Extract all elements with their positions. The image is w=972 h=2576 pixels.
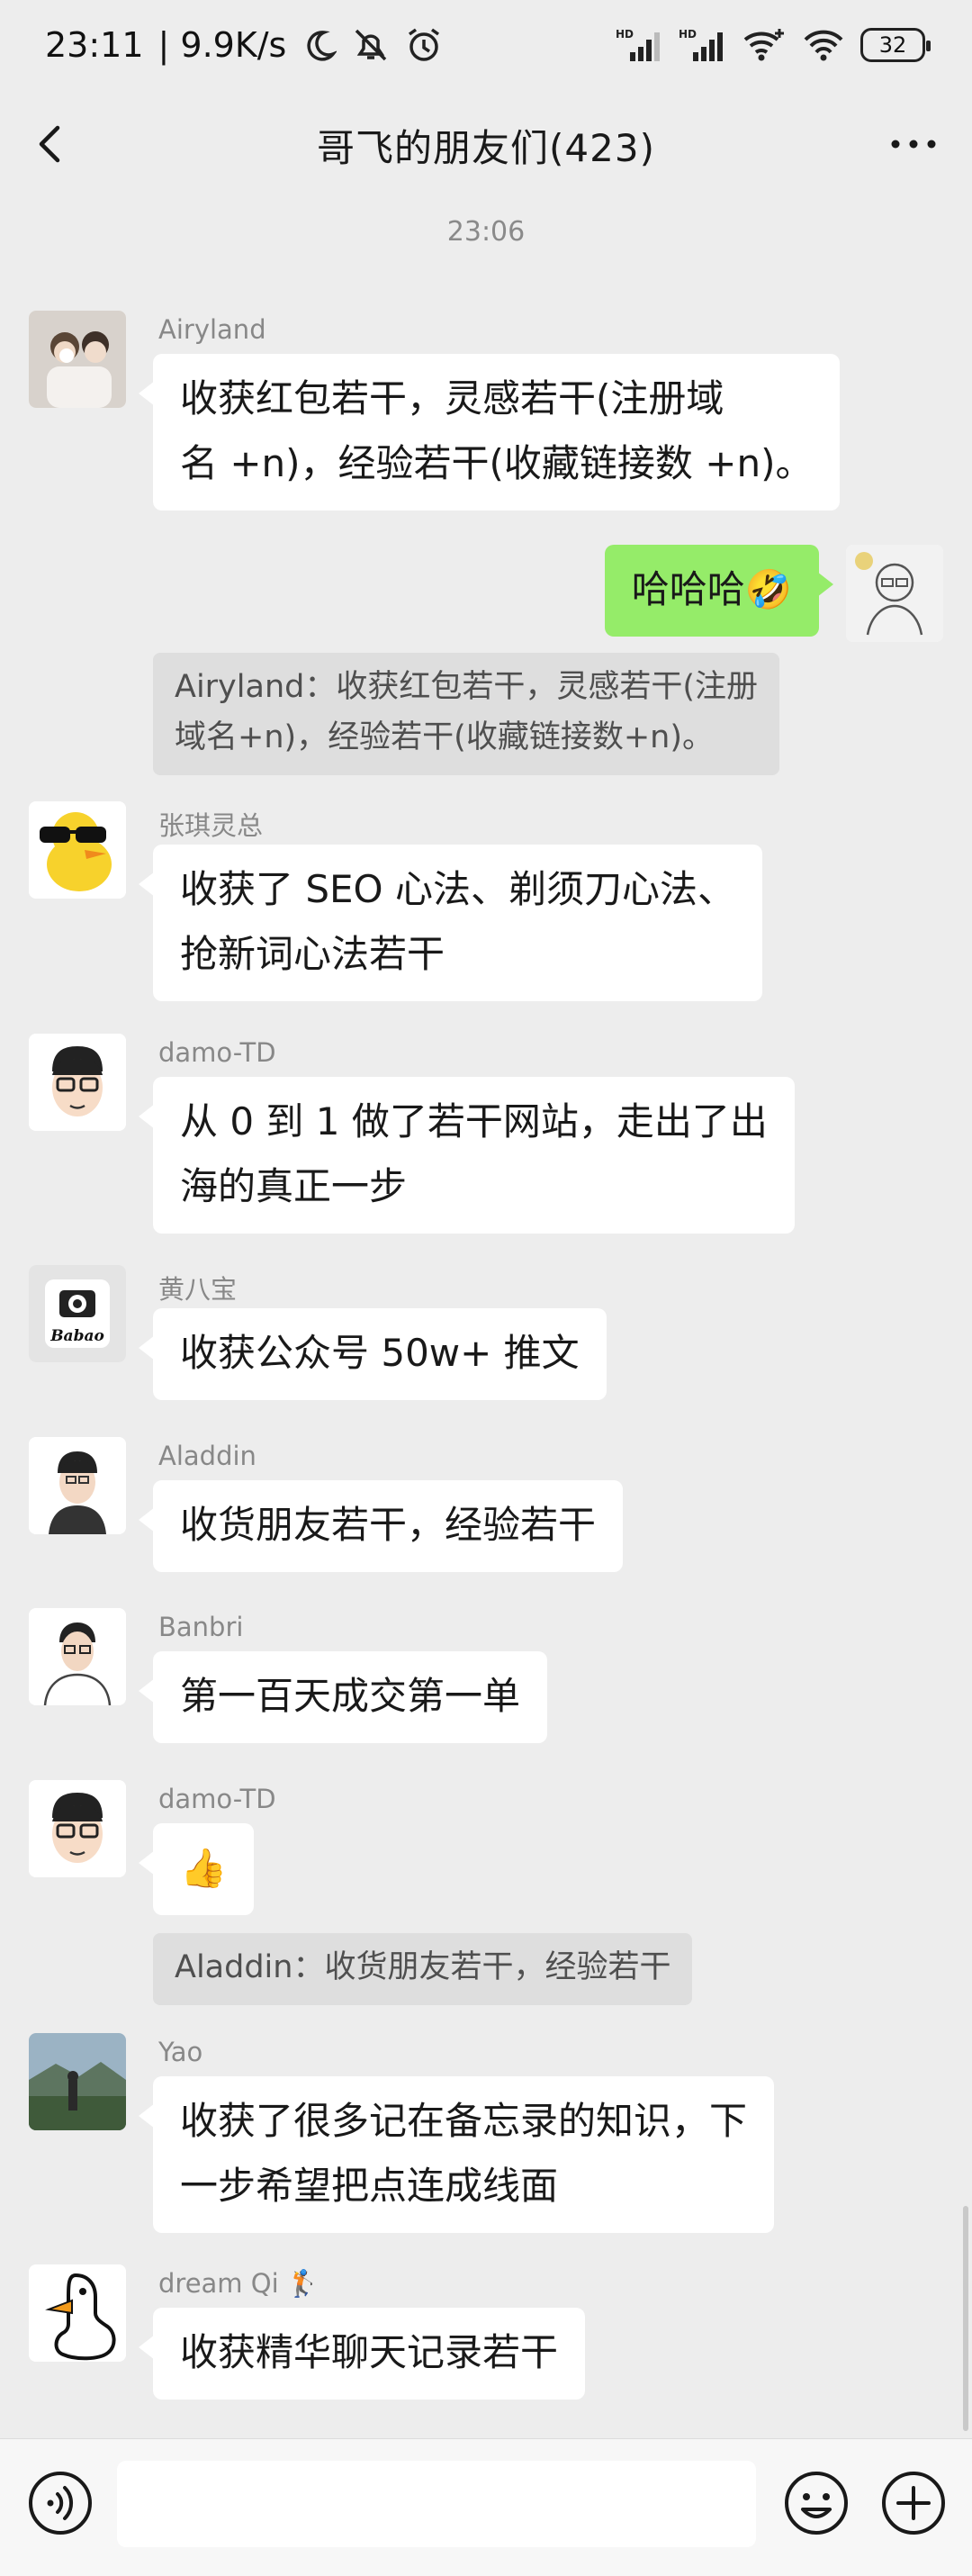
wifi-plus-icon <box>742 27 787 63</box>
message-bubble[interactable]: 第一百天成交第一单 <box>138 1651 548 1743</box>
status-bar: 23:11 | 9.9K/s HD HD 32 <box>0 0 972 90</box>
alarm-icon <box>405 26 443 64</box>
sender-name: damo-TD <box>158 1784 276 1814</box>
avatar[interactable] <box>29 801 126 899</box>
message-bubble[interactable]: 哈哈哈🤣 <box>604 545 834 637</box>
sender-name: damo-TD <box>158 1037 276 1068</box>
mute-icon <box>351 27 391 63</box>
svg-text:HD: HD <box>679 28 697 41</box>
more-dots-icon[interactable] <box>882 117 945 171</box>
sender-name: Aladdin <box>158 1441 256 1471</box>
message-bubble[interactable]: 收获精华聊天记录若干 <box>138 2308 586 2400</box>
scrollbar[interactable] <box>963 2206 968 2431</box>
wifi-icon <box>803 27 844 63</box>
plus-icon[interactable] <box>878 2468 949 2538</box>
avatar[interactable] <box>29 1780 126 1877</box>
sender-name: 黄八宝 <box>158 1274 238 1305</box>
voice-icon[interactable] <box>25 2468 95 2538</box>
quoted-message[interactable]: Airyland：收获红包若干，灵感若干(注册 域名+n)，经验若干(收藏链接数… <box>153 653 779 775</box>
sender-name: dream Qi 🏌 <box>158 2268 320 2299</box>
sender-name: Airyland <box>158 314 266 345</box>
quoted-message[interactable]: Aladdin：收货朋友若干，经验若干 <box>153 1933 693 2005</box>
avatar[interactable] <box>29 1437 126 1534</box>
message-bubble[interactable]: 收获公众号 50w+ 推文 <box>139 1308 607 1400</box>
battery-level: 32 <box>878 32 907 58</box>
avatar-self[interactable] <box>846 545 943 642</box>
avatar[interactable] <box>29 1608 126 1705</box>
message-bubble[interactable]: 收获红包若干，灵感若干(注册域 名 +n)，经验若干(收藏链接数 +n)。 <box>138 354 841 511</box>
sender-name: 张琪灵总 <box>158 810 264 841</box>
message-bubble[interactable]: 收货朋友若干，经验若干 <box>138 1480 624 1572</box>
signal-hd-icon: HD <box>616 27 662 63</box>
avatar[interactable]: Babao <box>29 1265 126 1362</box>
svg-text:Babao: Babao <box>50 1327 104 1345</box>
back-arrow-icon[interactable] <box>25 117 79 171</box>
message-bubble[interactable]: 收获了很多记在备忘录的知识，下 一步希望把点连成线面 <box>138 2076 775 2233</box>
message-bubble-emoji[interactable]: 👍 <box>138 1823 255 1915</box>
status-left: 23:11 | 9.9K/s <box>45 25 443 65</box>
chat-title: 哥飞的朋友们(423) <box>317 125 655 170</box>
chat-header: 哥飞的朋友们(423) <box>0 90 972 200</box>
sender-name: Banbri <box>158 1612 244 1642</box>
battery-icon: 32 <box>860 28 931 62</box>
signal-hd-icon: HD <box>679 27 725 63</box>
time-separator: 23:06 <box>446 216 526 248</box>
status-time: 23:11 <box>45 25 144 65</box>
status-right: HD HD 32 <box>616 27 931 63</box>
moon-icon <box>301 27 338 63</box>
sender-name: Yao <box>158 2037 203 2067</box>
message-bubble[interactable]: 从 0 到 1 做了若干网站，走出了出 海的真正一步 <box>139 1077 795 1234</box>
emoji-icon[interactable] <box>781 2468 851 2538</box>
message-input[interactable] <box>117 2461 756 2547</box>
input-bar <box>0 2438 972 2576</box>
message-bubble[interactable]: 收获了 SEO 心法、剃须刀心法、 抢新词心法若干 <box>139 845 762 1001</box>
avatar[interactable] <box>29 2033 126 2130</box>
avatar[interactable] <box>29 2264 126 2362</box>
svg-text:HD: HD <box>616 28 634 41</box>
status-net-speed: | 9.9K/s <box>158 25 287 65</box>
avatar[interactable] <box>29 1034 126 1131</box>
avatar[interactable] <box>29 311 126 408</box>
